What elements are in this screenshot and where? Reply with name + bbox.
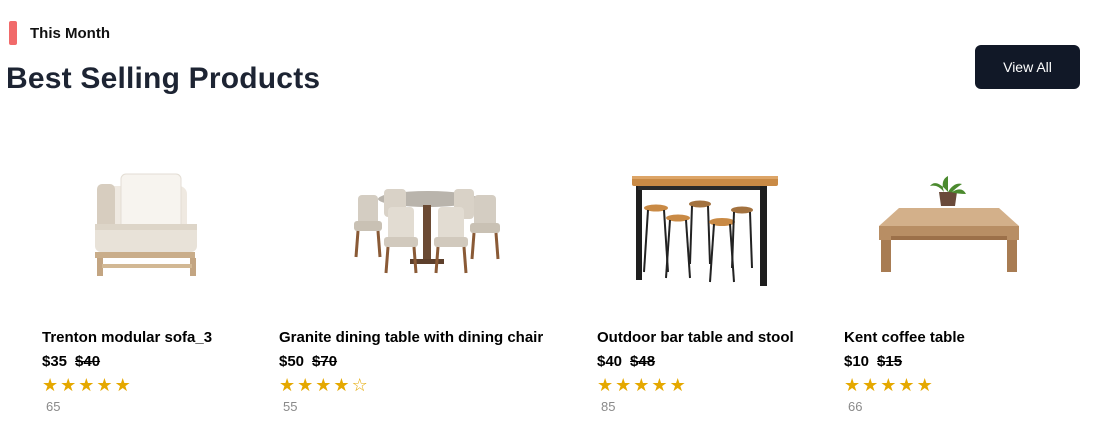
product-image-bar-table[interactable] bbox=[617, 150, 787, 300]
star-filled-icon: ★ bbox=[96, 375, 113, 395]
product-card[interactable]: Outdoor bar table and stool $40 $48 ★ ★ ★ ★… bbox=[597, 150, 827, 440]
price-row: $40 $48 bbox=[597, 353, 655, 370]
product-name[interactable]: Kent coffee table bbox=[844, 329, 965, 346]
product-name[interactable]: Granite dining table with dining chair bbox=[279, 329, 543, 346]
star-filled-icon: ★ bbox=[315, 375, 332, 395]
tag-accent-bar bbox=[9, 21, 17, 45]
star-filled-icon: ★ bbox=[114, 375, 131, 395]
star-filled-icon: ★ bbox=[279, 375, 296, 395]
current-price: $10 bbox=[844, 353, 870, 370]
current-price: $50 bbox=[279, 353, 305, 370]
star-filled-icon: ★ bbox=[615, 375, 632, 395]
current-price: $40 bbox=[597, 353, 623, 370]
star-filled-icon: ★ bbox=[651, 375, 668, 395]
star-filled-icon: ★ bbox=[333, 375, 350, 395]
star-filled-icon: ★ bbox=[60, 375, 77, 395]
review-count: 65 bbox=[46, 399, 61, 414]
star-filled-icon: ★ bbox=[633, 375, 650, 395]
price-row: $35 $40 bbox=[42, 353, 100, 370]
star-filled-icon: ★ bbox=[862, 375, 879, 395]
product-card[interactable]: Kent coffee table $10 $15 ★ ★ ★ ★ ★ 66 bbox=[844, 150, 1074, 440]
product-card[interactable]: Trenton modular sofa_3 $35 $40 ★ ★ ★ ★ ★ 65 bbox=[42, 150, 262, 440]
product-image-coffee-table[interactable] bbox=[864, 150, 1034, 300]
view-all-button[interactable]: View All bbox=[975, 45, 1080, 89]
star-filled-icon: ★ bbox=[898, 375, 915, 395]
section-tag: This Month bbox=[9, 21, 110, 45]
star-filled-icon: ★ bbox=[844, 375, 861, 395]
star-filled-icon: ★ bbox=[78, 375, 95, 395]
old-price: $70 bbox=[312, 353, 338, 370]
product-card[interactable]: Granite dining table with dining chair $… bbox=[279, 150, 579, 440]
star-rating: ★ ★ ★ ★ ★ bbox=[42, 375, 131, 395]
star-filled-icon: ★ bbox=[42, 375, 59, 395]
star-rating: ★ ★ ★ ★ ☆ bbox=[279, 375, 368, 395]
product-list: Trenton modular sofa_3 $35 $40 ★ ★ ★ ★ ★ 65 bbox=[0, 150, 1099, 440]
section-title: Best Selling Products bbox=[6, 62, 321, 95]
product-image-dining-set[interactable] bbox=[279, 150, 569, 300]
price-row: $50 $70 bbox=[279, 353, 337, 370]
star-rating: ★ ★ ★ ★ ★ bbox=[597, 375, 686, 395]
old-price: $48 bbox=[630, 353, 656, 370]
star-filled-icon: ★ bbox=[916, 375, 933, 395]
star-filled-icon: ★ bbox=[880, 375, 897, 395]
old-price: $40 bbox=[75, 353, 101, 370]
star-filled-icon: ★ bbox=[669, 375, 686, 395]
product-name[interactable]: Trenton modular sofa_3 bbox=[42, 329, 212, 346]
star-filled-icon: ★ bbox=[297, 375, 314, 395]
star-filled-icon: ★ bbox=[597, 375, 614, 395]
review-count: 66 bbox=[848, 399, 863, 414]
star-empty-icon: ☆ bbox=[351, 375, 368, 395]
price-row: $10 $15 bbox=[844, 353, 902, 370]
section-tag-label: This Month bbox=[30, 24, 110, 42]
review-count: 55 bbox=[283, 399, 298, 414]
product-image-modular-sofa[interactable] bbox=[72, 150, 212, 300]
star-rating: ★ ★ ★ ★ ★ bbox=[844, 375, 933, 395]
old-price: $15 bbox=[877, 353, 903, 370]
product-name[interactable]: Outdoor bar table and stool bbox=[597, 329, 794, 346]
current-price: $35 bbox=[42, 353, 68, 370]
review-count: 85 bbox=[601, 399, 616, 414]
